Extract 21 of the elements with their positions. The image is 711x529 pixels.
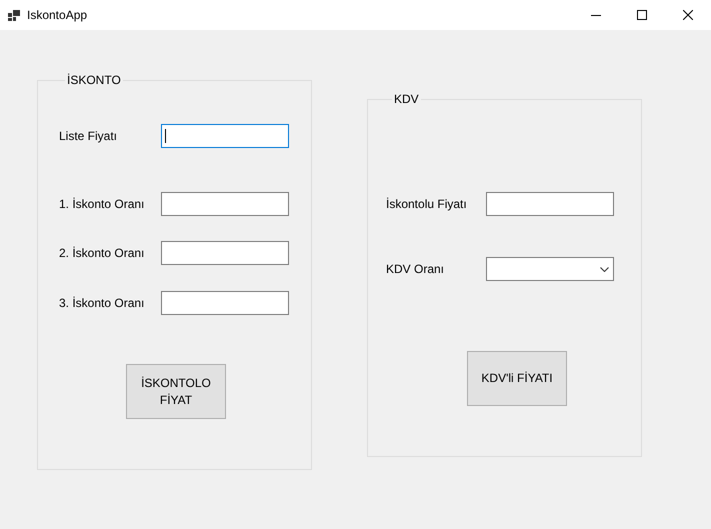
field-label: 1. İskonto Oranı xyxy=(59,196,146,213)
maximize-icon xyxy=(637,10,647,20)
dropdown[interactable] xyxy=(486,257,614,281)
input-field[interactable] xyxy=(161,124,289,148)
field-label: İskontolu Fiyatı xyxy=(386,196,468,213)
action-button[interactable]: KDV'li FİYATI xyxy=(467,351,567,406)
app-icon xyxy=(8,10,20,20)
field-label: 3. İskonto Oranı xyxy=(59,295,146,312)
field-label: Liste Fiyatı xyxy=(59,128,118,145)
input-field[interactable] xyxy=(486,192,614,216)
window-title: IskontoApp xyxy=(27,7,88,24)
chevron-icon xyxy=(600,266,609,272)
group-title: KDV xyxy=(393,92,420,106)
group-title: İSKONTO xyxy=(66,73,122,87)
input-field[interactable] xyxy=(161,291,289,315)
action-button[interactable]: İSKONTOLO FİYAT xyxy=(126,364,226,419)
field-label: KDV Oranı xyxy=(386,261,446,278)
input-field[interactable] xyxy=(161,241,289,265)
field-label: 2. İskonto Oranı xyxy=(59,245,146,262)
input-field[interactable] xyxy=(161,192,289,216)
close-icon xyxy=(683,10,693,20)
